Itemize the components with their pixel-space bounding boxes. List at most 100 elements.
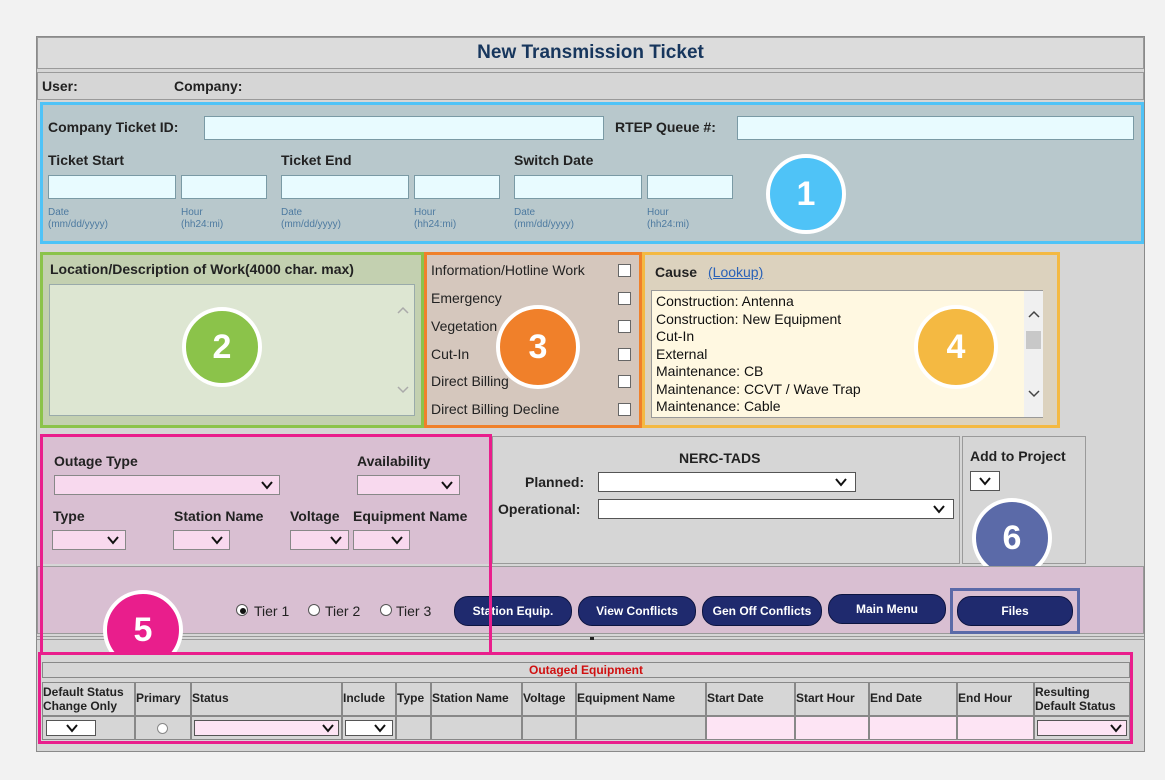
- chevron-down-icon: [261, 481, 273, 490]
- col-start-hour: Start Hour: [795, 682, 869, 716]
- main-menu-button[interactable]: Main Menu: [828, 594, 946, 624]
- cutin-checkbox[interactable]: [618, 348, 631, 361]
- switch-date-input[interactable]: [514, 175, 642, 199]
- ticket-start-date-input[interactable]: [48, 175, 176, 199]
- cause-option[interactable]: Construction: Antenna: [656, 293, 861, 311]
- end-hour-input[interactable]: [957, 716, 1034, 740]
- chevron-down-icon: [1110, 724, 1122, 733]
- col-end-date: End Date: [869, 682, 957, 716]
- end-date-input[interactable]: [869, 716, 957, 740]
- cause-lookup-link[interactable]: (Lookup): [708, 264, 763, 280]
- station-equip-button[interactable]: Station Equip.: [454, 596, 572, 626]
- default-status-select[interactable]: [46, 720, 96, 736]
- location-label: Location/Description of Work(4000 char. …: [50, 261, 354, 277]
- col-start-date: Start Date: [706, 682, 795, 716]
- company-ticket-id-input[interactable]: [204, 116, 604, 140]
- cause-scrollbar[interactable]: [1024, 291, 1043, 417]
- outage-type-label: Outage Type: [54, 453, 138, 469]
- callout-3: 3: [496, 305, 580, 389]
- table-cell: [396, 716, 431, 740]
- hour-hint: Hour (hh24:mi): [414, 207, 457, 230]
- start-date-input[interactable]: [706, 716, 795, 740]
- chevron-down-icon: [107, 536, 119, 545]
- operational-select[interactable]: [598, 499, 954, 519]
- tier-3-radio[interactable]: [380, 604, 392, 616]
- type-label: Type: [53, 508, 85, 524]
- splitter-handle[interactable]: [590, 637, 594, 640]
- col-type: Type: [396, 682, 431, 716]
- cause-option[interactable]: External: [656, 346, 861, 364]
- status-select[interactable]: [194, 720, 339, 736]
- cause-option[interactable]: Construction: New Equipment: [656, 311, 861, 329]
- chevron-down-icon: [66, 724, 78, 733]
- primary-radio[interactable]: [157, 723, 168, 734]
- chevron-down-icon: [391, 536, 403, 545]
- user-label: User:: [42, 78, 78, 94]
- add-to-project-select[interactable]: [970, 471, 1000, 491]
- chevron-down-icon: [330, 536, 342, 545]
- tier-3-label: Tier 3: [396, 603, 432, 619]
- tier-1-radio[interactable]: [236, 604, 248, 616]
- table-cell: [42, 716, 135, 740]
- col-end-hour: End Hour: [957, 682, 1034, 716]
- start-hour-input[interactable]: [795, 716, 869, 740]
- col-default-status-change-only: Default Status Change Only: [42, 682, 135, 716]
- table-cell: [431, 716, 522, 740]
- chevron-down-icon: [211, 536, 223, 545]
- gen-off-conflicts-button[interactable]: Gen Off Conflicts: [702, 596, 822, 626]
- direct-billing-checkbox[interactable]: [618, 375, 631, 388]
- table-cell: [191, 716, 342, 740]
- check-label-hotline: Information/Hotline Work: [431, 262, 585, 278]
- equipment-name-label: Equipment Name: [353, 508, 468, 524]
- check-label-vegetation: Vegetation: [431, 318, 498, 334]
- chevron-down-icon: [322, 724, 334, 733]
- equipment-name-select[interactable]: [353, 530, 410, 550]
- rtep-queue-input[interactable]: [737, 116, 1134, 140]
- cause-label: Cause: [655, 264, 698, 280]
- tier-1-label: Tier 1: [254, 603, 290, 619]
- availability-select[interactable]: [357, 475, 460, 495]
- tier-2-radio[interactable]: [308, 604, 320, 616]
- col-station-name: Station Name: [431, 682, 522, 716]
- scroll-up-icon[interactable]: [1027, 309, 1041, 319]
- direct-billing-decline-checkbox[interactable]: [618, 403, 631, 416]
- hotline-checkbox[interactable]: [618, 264, 631, 277]
- ticket-end-hour-input[interactable]: [414, 175, 500, 199]
- station-name-select[interactable]: [173, 530, 230, 550]
- vegetation-checkbox[interactable]: [618, 320, 631, 333]
- scroll-thumb[interactable]: [1026, 331, 1041, 349]
- emergency-checkbox[interactable]: [618, 292, 631, 305]
- cause-option[interactable]: Cut-In: [656, 328, 861, 346]
- date-hint: Date (mm/dd/yyyy): [514, 207, 574, 230]
- voltage-label: Voltage: [290, 508, 340, 524]
- check-label-cutin: Cut-In: [431, 346, 470, 362]
- voltage-select[interactable]: [290, 530, 349, 550]
- check-label-direct-billing: Direct Billing: [431, 373, 509, 389]
- scroll-down-icon[interactable]: [1027, 389, 1041, 399]
- check-label-direct-billing-decline: Direct Billing Decline: [431, 401, 560, 417]
- table-cell: [1034, 716, 1130, 740]
- cause-option[interactable]: Maintenance: CCVT / Wave Trap: [656, 381, 861, 399]
- ticket-start-hour-input[interactable]: [181, 175, 267, 199]
- switch-hour-input[interactable]: [647, 175, 733, 199]
- tier-2-label: Tier 2: [325, 603, 361, 619]
- chevron-down-icon: [933, 505, 945, 514]
- ticket-end-date-input[interactable]: [281, 175, 409, 199]
- date-hint: Date (mm/dd/yyyy): [281, 207, 341, 230]
- resulting-default-status-select[interactable]: [1037, 720, 1127, 736]
- planned-select[interactable]: [598, 472, 856, 492]
- type-select[interactable]: [52, 530, 126, 550]
- chevron-down-icon: [441, 481, 453, 490]
- col-status: Status: [191, 682, 342, 716]
- view-conflicts-button[interactable]: View Conflicts: [578, 596, 696, 626]
- outage-type-select[interactable]: [54, 475, 280, 495]
- hour-hint: Hour (hh24:mi): [181, 207, 224, 230]
- include-select[interactable]: [345, 720, 393, 736]
- rtep-queue-label: RTEP Queue #:: [615, 119, 716, 135]
- col-include: Include: [342, 682, 396, 716]
- files-button[interactable]: Files: [957, 596, 1073, 626]
- table-cell: [342, 716, 396, 740]
- planned-label: Planned:: [525, 474, 585, 490]
- cause-option[interactable]: Maintenance: CB: [656, 363, 861, 381]
- cause-option[interactable]: Maintenance: Cable: [656, 398, 861, 416]
